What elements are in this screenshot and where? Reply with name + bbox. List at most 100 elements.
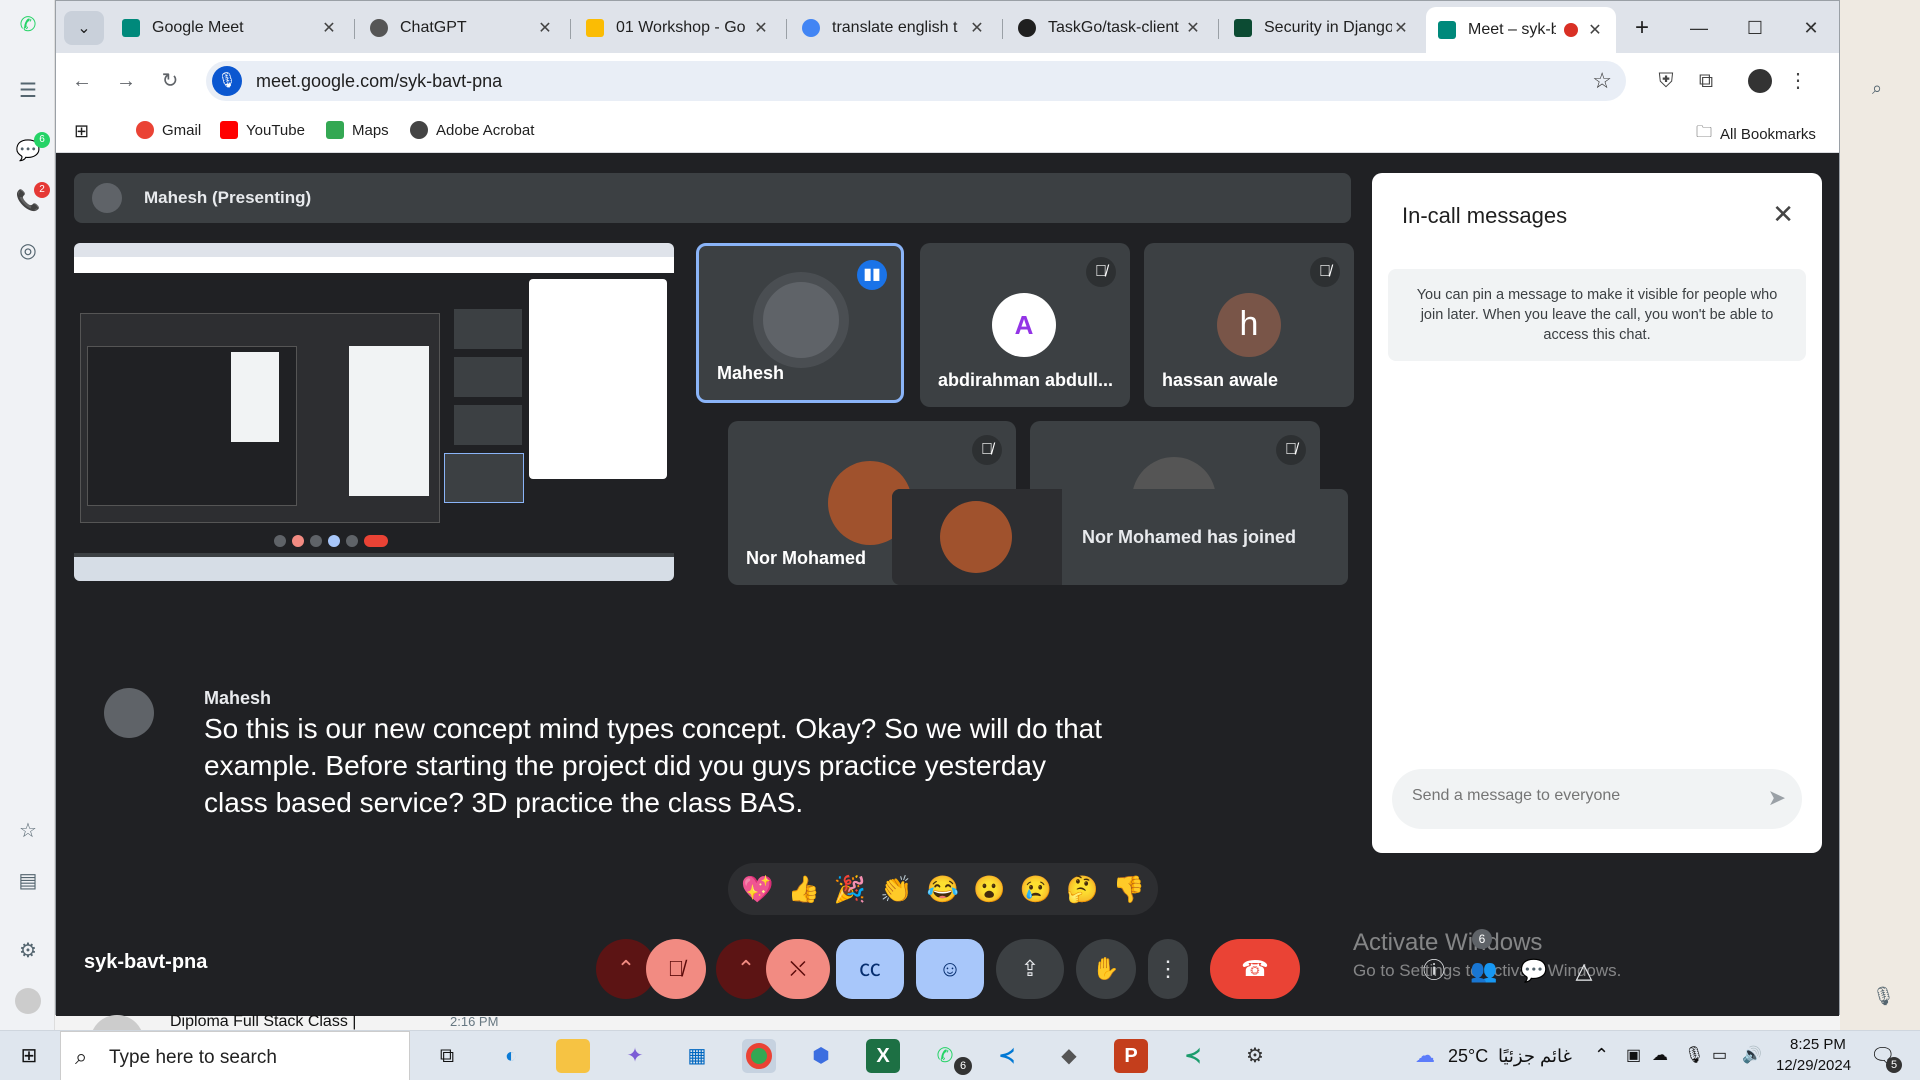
tab-google-meet[interactable]: Google Meet ✕ [110, 11, 350, 45]
tab-chatgpt[interactable]: ChatGPT ✕ [358, 11, 566, 45]
message-input[interactable] [1412, 787, 1732, 805]
close-icon[interactable]: ✕ [320, 18, 338, 38]
powerpoint-icon[interactable]: P [1114, 1039, 1148, 1073]
settings-icon[interactable]: ⚙ [1238, 1039, 1272, 1073]
weather-temperature[interactable]: 25°C [1448, 1046, 1488, 1067]
close-icon[interactable]: ✕ [1392, 18, 1410, 38]
windows-start-icon[interactable]: ⊞ [12, 1039, 46, 1073]
maximize-button[interactable]: ☐ [1732, 11, 1778, 45]
reaction-heart[interactable]: 💖 [737, 874, 777, 905]
battery-icon[interactable]: ▭ [1712, 1045, 1727, 1065]
tab-workshop-drive[interactable]: 01 Workshop - Go ✕ [574, 11, 782, 45]
excel-icon[interactable]: X [866, 1039, 900, 1073]
reaction-laugh[interactable]: 😂 [923, 874, 963, 905]
git-client-icon[interactable]: ◆ [1052, 1039, 1086, 1073]
people-icon[interactable]: 👥 [1466, 953, 1502, 989]
tab-github-taskgo[interactable]: TaskGo/task-client ✕ [1006, 11, 1214, 45]
bookmark-youtube[interactable]: YouTube [220, 121, 305, 139]
profile-avatar[interactable] [15, 988, 41, 1014]
tab-translate[interactable]: translate english t ✕ [790, 11, 998, 45]
tab-django-security[interactable]: Security in Django ✕ [1222, 11, 1422, 45]
extension-shield-icon[interactable]: ⛨ [1652, 67, 1680, 95]
starred-icon[interactable]: ☆ [15, 818, 41, 844]
clock-date[interactable]: 12/29/2024 [1776, 1057, 1851, 1074]
raise-hand-button[interactable]: ✋ [1076, 939, 1136, 999]
meet-tray-icon[interactable]: ▣ [1626, 1045, 1641, 1065]
whatsapp-logo-icon[interactable]: ✆ [15, 12, 41, 38]
meeting-info-icon[interactable]: ⓘ [1416, 953, 1452, 989]
file-explorer-icon[interactable] [556, 1039, 590, 1073]
bookmark-adobe-acrobat[interactable]: Adobe Acrobat [410, 121, 534, 139]
activities-icon[interactable]: △ [1566, 953, 1602, 989]
participant-tile-abdirahman[interactable]: A 🎙̸ abdirahman abdull... [920, 243, 1130, 407]
close-icon[interactable]: ✕ [968, 18, 986, 38]
extensions-icon[interactable]: ⧉ [1692, 67, 1720, 95]
microphone-icon[interactable]: 🎙 [1872, 986, 1895, 1007]
clipchamp-icon[interactable]: ⬢ [804, 1039, 838, 1073]
close-window-button[interactable]: ✕ [1788, 11, 1834, 45]
close-icon[interactable]: ✕ [536, 18, 554, 38]
microphone-toggle-button[interactable]: 🎙̸ [646, 939, 706, 999]
search-icon[interactable]: ⌕ [1872, 78, 1882, 99]
close-icon[interactable]: ✕ [1772, 199, 1794, 230]
store-icon[interactable]: ▦ [680, 1039, 714, 1073]
all-bookmarks-button[interactable]: 🗀 All Bookmarks [1696, 121, 1816, 148]
more-options-button[interactable]: ⋮ [1148, 939, 1188, 999]
menu-icon[interactable]: ☰ [15, 78, 41, 104]
status-icon[interactable]: ◎ [15, 238, 41, 264]
tab-search-button[interactable]: ⌄ [64, 11, 104, 45]
tab-meet-active[interactable]: Meet – syk-ba ✕ [1426, 7, 1616, 53]
weather-icon[interactable]: ☁ [1408, 1039, 1442, 1073]
task-view-icon[interactable]: ⧉ [430, 1039, 464, 1073]
join-notification-avatar [892, 489, 1062, 585]
reaction-surprised[interactable]: 😮 [969, 874, 1009, 905]
settings-icon[interactable]: ⚙ [15, 938, 41, 964]
clock-time[interactable]: 8:25 PM [1790, 1036, 1846, 1053]
cloud-sync-icon[interactable]: ☁ [1652, 1045, 1668, 1065]
reload-button[interactable]: ↻ [156, 67, 184, 95]
minimize-button[interactable]: — [1676, 11, 1722, 45]
tab-title: Security in Django [1264, 19, 1392, 36]
taskbar-search[interactable]: ⌕ Type here to search [60, 1031, 410, 1080]
chrome-icon[interactable] [742, 1039, 776, 1073]
profile-avatar[interactable] [1746, 67, 1774, 95]
meeting-code: syk-bavt-pna [84, 951, 208, 973]
captions-button[interactable]: ㏄ [836, 939, 904, 999]
participant-tile-mahesh[interactable]: ▮▮ Mahesh [696, 243, 904, 403]
camera-toggle-button[interactable]: ⛌ [766, 939, 830, 999]
present-screen-button[interactable]: ⇪ [996, 939, 1064, 999]
close-icon[interactable]: ✕ [752, 18, 770, 38]
edge-icon[interactable]: ◐ [494, 1039, 528, 1073]
screen-share-tile[interactable] [74, 243, 674, 581]
bookmark-maps[interactable]: Maps [326, 121, 389, 139]
close-icon[interactable]: ✕ [1184, 18, 1202, 38]
reactions-button[interactable]: ☺ [916, 939, 984, 999]
archive-icon[interactable]: ▤ [15, 868, 41, 894]
reaction-party[interactable]: 🎉 [830, 874, 870, 905]
reaction-thumbs-down[interactable]: 👎 [1109, 874, 1149, 905]
reaction-sad[interactable]: 😢 [1016, 874, 1056, 905]
tray-overflow-icon[interactable]: ⌃ [1594, 1045, 1609, 1066]
bookmark-star-icon[interactable]: ☆ [1592, 68, 1612, 94]
chat-icon[interactable]: 💬 [1516, 953, 1552, 989]
close-icon[interactable]: ✕ [1586, 20, 1604, 40]
vscode-insiders-icon[interactable]: ≺ [1176, 1039, 1210, 1073]
bookmark-gmail[interactable]: Gmail [136, 121, 201, 139]
leave-call-button[interactable]: ☎ [1210, 939, 1300, 999]
apps-grid-icon[interactable]: ⊞ [74, 121, 89, 142]
reaction-thinking[interactable]: 🤔 [1062, 874, 1102, 905]
participant-tile-hassan[interactable]: h 🎙̸ hassan awale [1144, 243, 1354, 407]
reaction-thumbs-up[interactable]: 👍 [784, 874, 824, 905]
address-bar[interactable]: 🎙 meet.google.com/syk-bavt-pna ☆ [206, 61, 1626, 101]
vscode-icon[interactable]: ≺ [990, 1039, 1024, 1073]
reaction-clap[interactable]: 👏 [877, 874, 917, 905]
new-tab-button[interactable]: + [1622, 11, 1662, 45]
send-icon[interactable]: ➤ [1768, 785, 1786, 811]
copilot-icon[interactable]: ✦ [618, 1039, 652, 1073]
weather-description[interactable]: غائم جزئيًا [1498, 1046, 1572, 1067]
more-menu-icon[interactable]: ⋮ [1784, 67, 1812, 95]
microphone-tray-icon[interactable]: 🎙 [1684, 1045, 1704, 1065]
forward-button[interactable]: → [112, 67, 140, 95]
back-button[interactable]: ← [68, 67, 96, 95]
volume-icon[interactable]: 🔊 [1742, 1045, 1762, 1065]
